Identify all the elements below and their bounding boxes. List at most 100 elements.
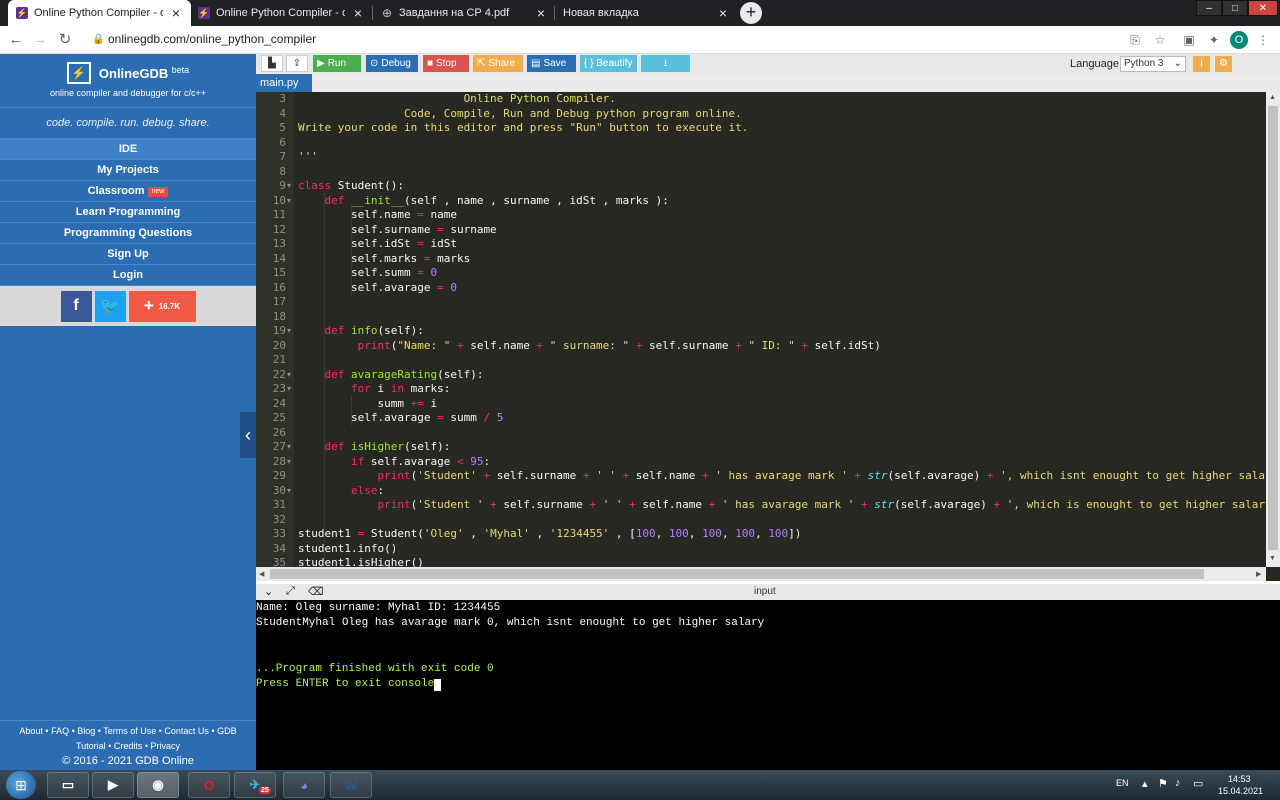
scroll-right-icon[interactable]: ▶ [1256, 570, 1261, 578]
vertical-scrollbar[interactable]: ▲ ▼ [1266, 92, 1280, 567]
sidebar-item-login[interactable]: Login [0, 265, 256, 286]
menu-icon[interactable]: ⋮ [1254, 31, 1272, 49]
scrollbar-thumb[interactable] [270, 569, 1204, 579]
language-indicator[interactable]: EN [1116, 778, 1129, 788]
onlinegdb-icon: ⚡ [16, 7, 28, 19]
volume-icon[interactable]: ♪ [1175, 777, 1181, 789]
scroll-up-icon[interactable]: ▲ [1269, 94, 1276, 101]
code-line: self.summ = 0 [298, 266, 438, 279]
opera-icon[interactable]: O [188, 772, 230, 798]
browser-tab[interactable]: Новая вкладка × [555, 0, 738, 26]
chevron-down-icon[interactable]: ⌄ [264, 585, 273, 598]
globe-icon: ⊕ [381, 6, 393, 20]
clock-time[interactable]: 14:53 [1228, 774, 1251, 784]
info-icon[interactable]: i [1193, 56, 1210, 72]
share-count-button[interactable]: +16.7K [128, 290, 196, 322]
fold-toggle-icon[interactable]: ▾ [287, 384, 291, 393]
scroll-left-icon[interactable]: ◀ [259, 570, 264, 578]
brand-name[interactable]: OnlineGDB beta [99, 65, 189, 81]
media-player-icon[interactable]: ▶ [92, 772, 134, 798]
discord-icon[interactable]: ◕ [283, 772, 325, 798]
chrome-icon[interactable]: ◉ [137, 772, 179, 798]
fold-toggle-icon[interactable]: ▾ [287, 181, 291, 190]
gear-icon[interactable]: ⚙ [1215, 56, 1232, 72]
share-button[interactable]: ⇱ Share [473, 55, 523, 72]
footer-links[interactable]: Tutorial • Credits • Privacy [0, 739, 256, 754]
action-center-icon[interactable]: ⚑ [1158, 777, 1168, 790]
fold-toggle-icon[interactable]: ▾ [287, 196, 291, 205]
fold-toggle-icon[interactable]: ▾ [287, 442, 291, 451]
line-number: 19 [272, 324, 286, 337]
forward-icon[interactable]: → [30, 30, 50, 50]
sidebar-item-classroom[interactable]: Classroom new [0, 181, 256, 202]
translate-icon[interactable]: ⎘ [1126, 31, 1144, 49]
back-icon[interactable]: ← [6, 30, 26, 50]
scrollbar-thumb[interactable] [1268, 106, 1278, 550]
line-number: 34 [272, 541, 286, 555]
line-number: 6 [279, 135, 286, 149]
line-number: 10 [272, 193, 286, 207]
stop-button[interactable]: ■ Stop [423, 55, 469, 72]
collapse-sidebar-button[interactable]: ‹ [240, 412, 256, 458]
bookmark-star-icon[interactable]: ☆ [1151, 31, 1169, 49]
reload-icon[interactable]: ↻ [55, 30, 75, 50]
language-select[interactable]: Python 3 ⌄ [1120, 56, 1186, 72]
clear-console-icon[interactable]: ⌫ [308, 585, 324, 598]
scroll-down-icon[interactable]: ▼ [1269, 555, 1276, 562]
sidebar-item-ide[interactable]: IDE [0, 139, 256, 160]
code-editor[interactable]: 3 4 5 6 7 8 9 ▾ 10 ▾ 11 12 13 14 15 16 17 18 19 ▾ 20 21 22 ▾ 23 ▾… [256, 92, 1280, 581]
line-number: 22 [272, 367, 286, 381]
close-icon[interactable]: × [169, 5, 183, 21]
beautify-button[interactable]: { } Beautify [580, 55, 637, 72]
upload-icon[interactable]: ⇪ [286, 55, 308, 72]
line-number: 16 [272, 280, 286, 294]
browser-tab[interactable]: ⊕ Завдання на СР 4.pdf × [373, 0, 556, 26]
sidebar-item-learn-programming[interactable]: Learn Programming [0, 202, 256, 223]
sidebar-item-my-projects[interactable]: My Projects [0, 160, 256, 181]
console-cursor [434, 679, 441, 691]
file-explorer-icon[interactable]: ▭ [47, 772, 89, 798]
fold-toggle-icon[interactable]: ▾ [287, 457, 291, 466]
fold-toggle-icon[interactable]: ▾ [287, 326, 291, 335]
extensions-icon[interactable]: ✦ [1205, 31, 1223, 49]
fold-toggle-icon[interactable]: ▾ [287, 370, 291, 379]
maximize-button[interactable]: □ [1222, 0, 1248, 16]
play-icon: ▶ [317, 58, 325, 69]
close-icon[interactable]: × [716, 5, 730, 21]
network-icon[interactable]: ▭ [1193, 777, 1203, 790]
console-output[interactable]: Name: Oleg surname: Myhal ID: 1234455 St… [256, 600, 1280, 770]
fold-toggle-icon[interactable]: ▾ [287, 486, 291, 495]
sidebar-item-programming-questions[interactable]: Programming Questions [0, 223, 256, 244]
input-label[interactable]: input [754, 586, 776, 597]
facebook-icon[interactable]: f [60, 290, 92, 322]
window-close-button[interactable]: ✕ [1248, 0, 1278, 16]
download-button[interactable]: ⭳ [641, 55, 690, 72]
horizontal-scrollbar[interactable]: ◀ ▶ [256, 567, 1266, 581]
new-tab-button[interactable]: + [740, 2, 762, 24]
browser-tab[interactable]: ⚡ Online Python Compiler - online × [8, 0, 191, 26]
media-icon[interactable]: ▣ [1180, 31, 1198, 49]
minimize-button[interactable]: – [1196, 0, 1222, 16]
debug-button[interactable]: ⊙ Debug [366, 55, 418, 72]
twitter-icon[interactable]: 🐦 [94, 290, 126, 322]
new-file-icon[interactable]: ▙ [261, 55, 283, 72]
expand-icon[interactable]: ⤢ [286, 585, 295, 598]
profile-avatar[interactable]: O [1230, 31, 1248, 49]
word-icon[interactable]: W [330, 772, 372, 798]
tray-arrow-icon[interactable]: ▴ [1142, 777, 1148, 790]
run-button[interactable]: ▶ Run [313, 55, 361, 72]
url-field[interactable]: onlinegdb.com/online_python_compiler [108, 32, 316, 46]
line-number: 20 [272, 338, 286, 352]
code-line: Code, Compile, Run and Debug python prog… [298, 106, 742, 120]
start-button[interactable]: ⊞ [6, 771, 36, 799]
close-icon[interactable]: × [351, 5, 365, 21]
file-tab-main[interactable]: main.py [256, 74, 312, 92]
footer-links[interactable]: About • FAQ • Blog • Terms of Use • Cont… [0, 724, 256, 739]
browser-tab[interactable]: ⚡ Online Python Compiler - online × [190, 0, 373, 26]
clock-date[interactable]: 15.04.2021 [1218, 786, 1263, 796]
save-button[interactable]: ▤ Save [527, 55, 576, 72]
close-icon[interactable]: × [534, 5, 548, 21]
telegram-icon[interactable]: ✈ 25 [234, 772, 276, 798]
sidebar-item-sign-up[interactable]: Sign Up [0, 244, 256, 265]
code-area[interactable]: Online Python Compiler. Code, Compile, R… [298, 92, 1266, 567]
